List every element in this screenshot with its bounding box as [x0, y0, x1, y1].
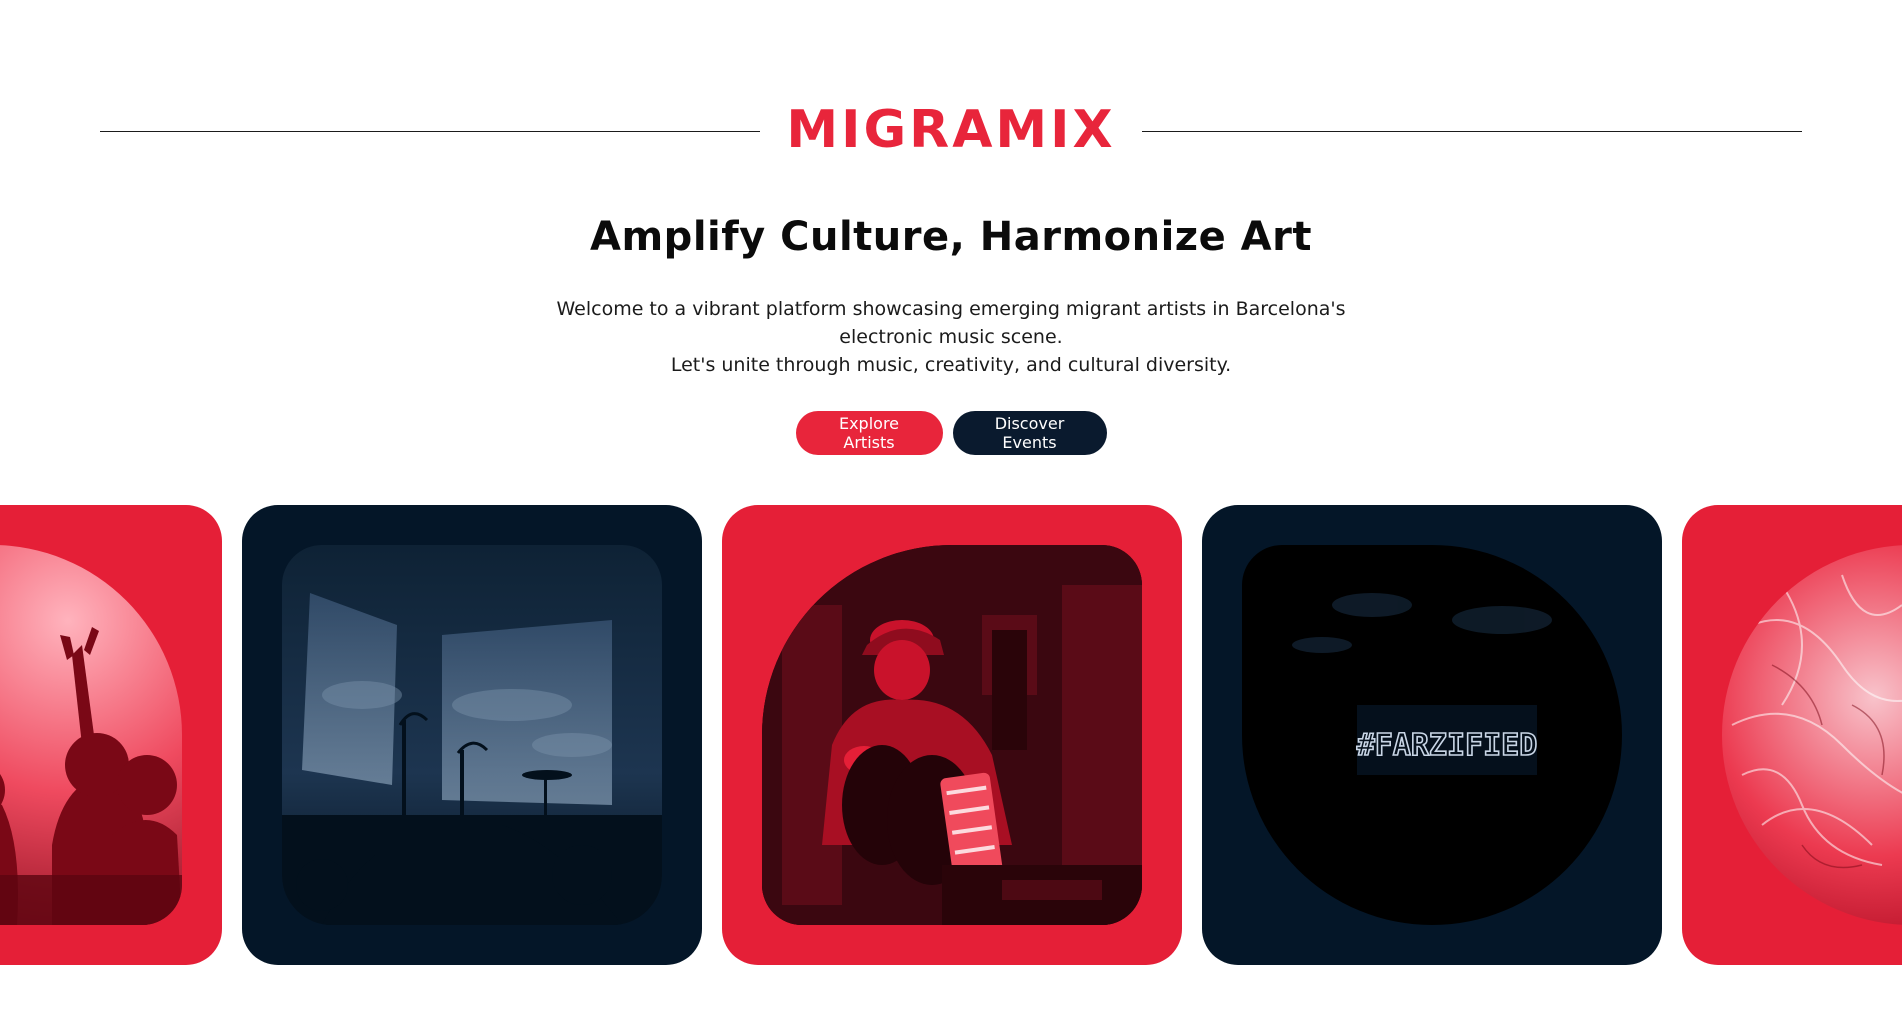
gallery-card[interactable] — [242, 505, 702, 965]
header-divider-right — [1142, 131, 1802, 132]
image-gallery: #FARZIFIED — [0, 505, 1902, 965]
crowd-hands-photo — [0, 545, 182, 925]
brand-logo[interactable]: MIGRAMIX — [760, 100, 1142, 160]
hero-description-line: electronic music scene. — [839, 326, 1063, 348]
hero-description: Welcome to a vibrant platform showcasing… — [551, 295, 1351, 379]
explore-artists-button[interactable]: Explore Artists — [795, 411, 943, 455]
gallery-card[interactable]: #FARZIFIED — [1202, 505, 1662, 965]
hero-description-line: Welcome to a vibrant platform showcasing… — [556, 298, 1346, 320]
gallery-card[interactable] — [0, 505, 222, 965]
header-divider-left — [100, 131, 760, 132]
stage-silhouette-photo — [282, 545, 662, 925]
gallery-card[interactable] — [1682, 505, 1902, 965]
brand-header: MIGRAMIX — [100, 100, 1802, 160]
hero-actions: Explore Artists Discover Events — [0, 411, 1902, 455]
hero-title: Amplify Culture, Harmonize Art — [590, 214, 1312, 260]
dj-vinyl-photo — [762, 545, 1142, 925]
gallery-card[interactable] — [722, 505, 1182, 965]
hero-description-line: Let's unite through music, creativity, a… — [670, 354, 1232, 376]
neon-sign-text: #FARZIFIED — [1357, 728, 1538, 763]
discover-events-button[interactable]: Discover Events — [952, 411, 1107, 455]
neon-sign-photo: #FARZIFIED — [1242, 545, 1622, 925]
landing-page: MIGRAMIX Amplify Culture, Harmonize Art … — [0, 0, 1902, 1023]
abstract-texture-photo — [1722, 545, 1902, 925]
